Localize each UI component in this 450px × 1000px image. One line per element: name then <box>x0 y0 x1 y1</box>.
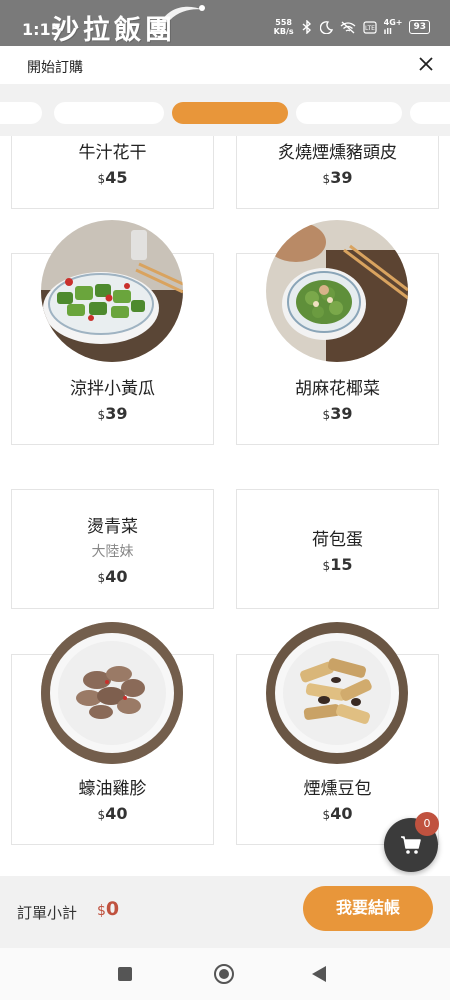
home-icon[interactable] <box>214 964 234 984</box>
menu-item-card[interactable]: 燙青菜 大陸妹 $40 <box>11 489 214 609</box>
subtotal-value: 0 <box>105 898 120 920</box>
battery-indicator: 93 <box>409 20 430 34</box>
net-speed-value: 558 <box>275 18 292 27</box>
status-bar: 1:15 @ · 沙拉飯團 558 KB/s LTE 4G+ ıll 93 <box>0 0 450 46</box>
price-value: 45 <box>105 168 128 187</box>
dish-photo-tofu-skin <box>266 622 408 764</box>
menu-item-price: $39 <box>237 404 438 423</box>
menu-item-name: 炙燒煙燻豬頭皮 <box>278 143 397 163</box>
signal-indicator: 4G+ ıll <box>384 18 403 36</box>
subtotal-label: 訂單小計 <box>17 904 78 922</box>
menu-item-card[interactable]: 荷包蛋 $15 <box>236 489 439 609</box>
menu-item-price: $40 <box>12 567 213 586</box>
checkout-button[interactable]: 我要結帳 <box>303 886 433 931</box>
category-tab-active[interactable] <box>172 102 288 124</box>
dish-photo-gizzard <box>41 622 183 764</box>
cart-count-badge: 0 <box>415 812 439 836</box>
menu-item-name: 蠔油雞胗 <box>78 779 147 799</box>
menu-item-price: $39 <box>12 404 213 423</box>
subtotal-amount: $0 <box>97 898 119 920</box>
price-value: 39 <box>105 404 128 423</box>
order-summary-bar: 訂單小計 $0 我要結帳 <box>0 876 450 948</box>
menu-item-name: 荷包蛋 <box>312 530 363 550</box>
recent-apps-icon[interactable] <box>118 967 132 981</box>
menu-item-name: 煙燻豆包 <box>303 779 372 799</box>
category-tabs[interactable] <box>0 84 450 136</box>
price-value: 40 <box>105 804 128 823</box>
category-tab[interactable] <box>0 102 42 124</box>
price-value: 39 <box>330 404 353 423</box>
page-header: 開始訂購 <box>0 46 450 84</box>
currency-symbol: $ <box>97 903 106 919</box>
moon-icon <box>319 20 333 34</box>
back-icon[interactable] <box>312 966 326 982</box>
wifi-off-icon <box>340 21 356 33</box>
cart-icon <box>401 836 421 854</box>
menu-item-name: 牛汁花干 <box>78 143 147 163</box>
svg-text:LTE: LTE <box>365 25 375 32</box>
menu-item-card[interactable]: 牛汁花干 $45 <box>11 136 214 209</box>
menu-item-name: 胡麻花椰菜 <box>295 379 380 399</box>
category-tab[interactable] <box>54 102 164 124</box>
price-value: 39 <box>330 168 353 187</box>
price-value: 15 <box>330 555 353 574</box>
price-value: 40 <box>330 804 353 823</box>
close-icon[interactable] <box>416 54 436 74</box>
menu-item-card[interactable]: 炙燒煙燻豬頭皮 $39 <box>236 136 439 209</box>
net-speed: 558 KB/s <box>274 18 294 36</box>
category-tab[interactable] <box>296 102 402 124</box>
signal-type: 4G+ <box>383 18 403 27</box>
menu-item-subtitle: 大陸妹 <box>91 544 134 560</box>
menu-item-name: 燙青菜 <box>87 517 138 537</box>
dish-photo-broccoli <box>266 220 408 362</box>
system-nav-bar <box>0 948 450 1000</box>
menu-item-price: $15 <box>237 555 438 574</box>
menu-item-name: 涼拌小黃瓜 <box>70 379 155 399</box>
menu-item-price: $40 <box>12 804 213 823</box>
signal-bars: ıll <box>383 27 392 36</box>
status-icons: 558 KB/s LTE 4G+ ıll 93 <box>274 18 430 36</box>
menu-item-price: $39 <box>237 168 438 187</box>
bluetooth-icon <box>302 20 311 34</box>
lte-icon: LTE <box>363 20 377 34</box>
menu-item-price: $45 <box>12 168 213 187</box>
net-speed-unit: KB/s <box>273 27 294 36</box>
menu-list[interactable]: 牛汁花干 $45 炙燒煙燻豬頭皮 $39 涼拌小黃瓜 $39 胡麻花椰菜 $39… <box>0 136 450 876</box>
price-value: 40 <box>105 567 128 586</box>
brand-swoosh-icon <box>162 5 205 20</box>
category-tab[interactable] <box>410 102 450 124</box>
page-title: 開始訂購 <box>27 60 83 76</box>
dish-photo-cucumber <box>41 220 183 362</box>
